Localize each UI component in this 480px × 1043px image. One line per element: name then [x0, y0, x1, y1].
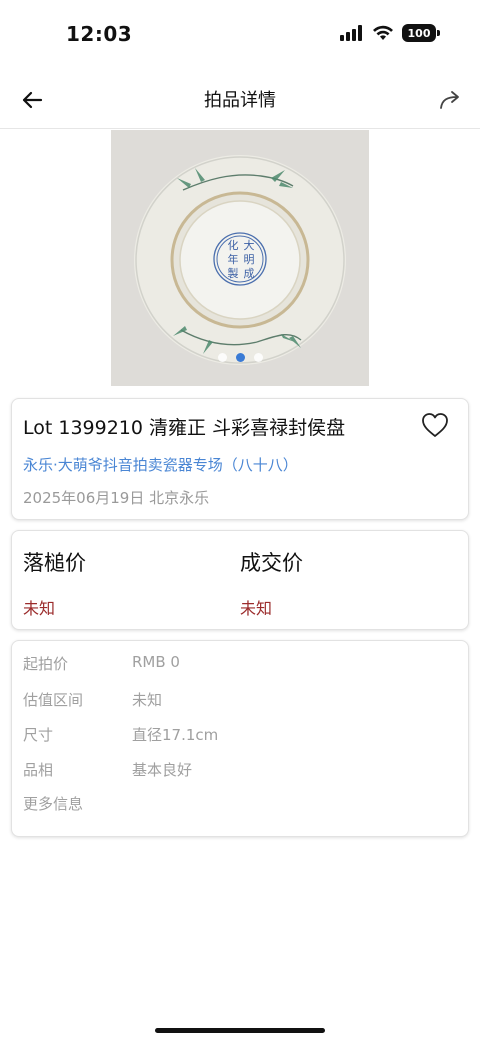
start-price-label: 起拍价 [23, 655, 69, 673]
battery-icon: 100 [402, 24, 440, 42]
image-carousel[interactable]: 大 明 成 化 年 製 [111, 130, 369, 386]
mark-char-3: 成 [244, 267, 255, 280]
size-value: 直径17.1cm [132, 726, 219, 744]
pagination-dot[interactable] [253, 353, 263, 362]
mark-char-5: 年 [228, 252, 239, 266]
status-time: 12:03 [66, 22, 133, 46]
share-button[interactable] [436, 86, 464, 114]
porcelain-plate-image: 大 明 成 化 年 製 [111, 130, 369, 386]
hammer-price-label: 落槌价 [23, 551, 86, 575]
mark-char-2: 明 [244, 253, 255, 266]
condition-label: 品相 [23, 761, 54, 779]
session-link[interactable]: 永乐·大萌爷抖音拍卖瓷器专场（八十八） [23, 454, 298, 475]
estimate-label: 估值区间 [23, 691, 84, 709]
lot-info-card: 起拍价 RMB 0 估值区间 未知 尺寸 直径17.1cm 品相 基本良好 更多… [11, 640, 469, 837]
mark-char-4: 化 [228, 238, 239, 252]
page: 12:03 100 拍品详情 大 明 成 化 年 製 Lot 1399210 清… [0, 0, 480, 1043]
wifi-icon [373, 25, 393, 40]
hammer-price-value: 未知 [23, 599, 56, 618]
carousel-pagination [111, 353, 369, 362]
auction-date-location: 2025年06月19日 北京永乐 [23, 489, 210, 507]
deal-price-label: 成交价 [240, 551, 303, 575]
lot-title: Lot 1399210 清雍正 斗彩喜禄封侯盘 [23, 417, 346, 439]
start-price-value: RMB 0 [132, 653, 180, 671]
deal-price-value: 未知 [240, 599, 273, 618]
more-info-link[interactable]: 更多信息 [23, 793, 83, 814]
mark-char-1: 大 [244, 238, 255, 252]
size-label: 尺寸 [23, 726, 54, 744]
signal-icon [340, 25, 362, 41]
heart-icon [422, 413, 448, 437]
home-indicator [155, 1028, 325, 1033]
condition-value: 基本良好 [132, 761, 193, 779]
nav-bar: 拍品详情 [0, 70, 480, 129]
mark-char-6: 製 [228, 266, 239, 280]
share-arrow-icon [440, 91, 459, 109]
lot-title-card: Lot 1399210 清雍正 斗彩喜禄封侯盘 永乐·大萌爷抖音拍卖瓷器专场（八… [11, 398, 469, 520]
page-title: 拍品详情 [204, 90, 276, 111]
pagination-dot-active[interactable] [235, 353, 245, 362]
price-card: 落槌价 未知 成交价 未知 [11, 530, 469, 630]
estimate-value: 未知 [132, 691, 163, 709]
favorite-button[interactable] [420, 411, 450, 439]
status-icons: 100 [340, 24, 440, 42]
status-bar: 12:03 100 [0, 0, 480, 70]
pagination-dot[interactable] [217, 353, 227, 362]
